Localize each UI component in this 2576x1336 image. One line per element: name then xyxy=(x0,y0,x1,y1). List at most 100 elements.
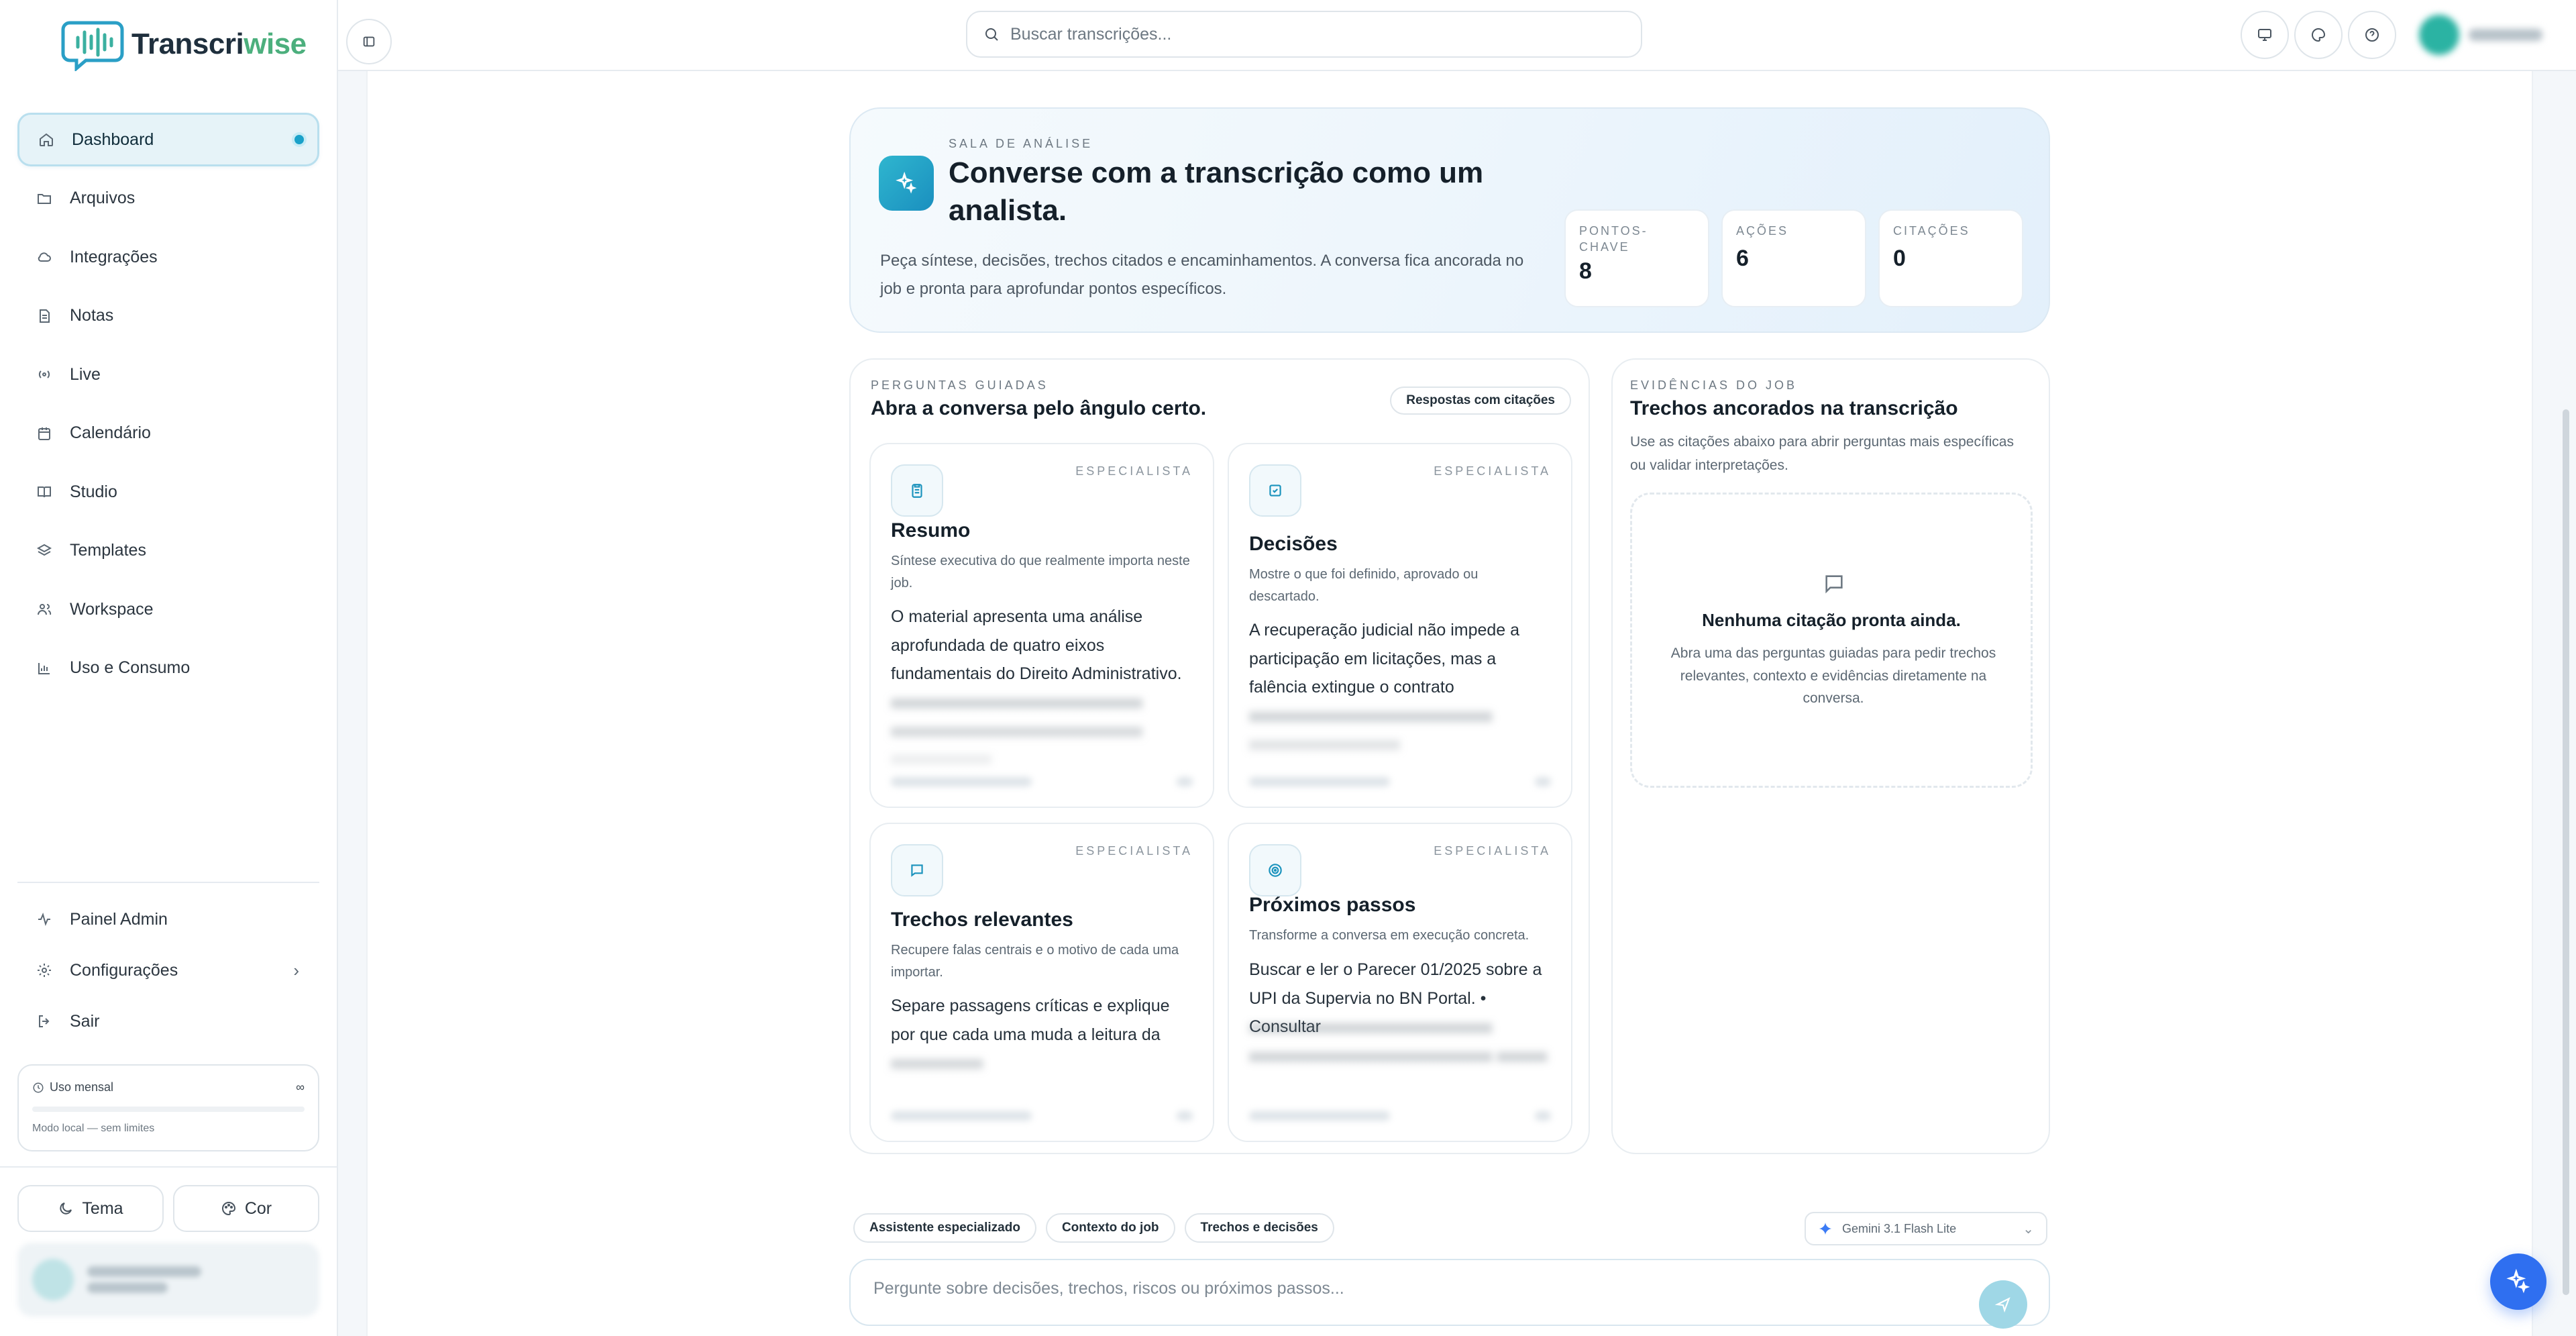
sidebar-item-label: Integrações xyxy=(70,247,158,266)
card-title: Próximos passos xyxy=(1249,894,1416,916)
usage-card: Uso mensal ∞ Modo local — sem limites xyxy=(17,1064,319,1151)
card-fade xyxy=(871,1060,1213,1141)
help-button[interactable] xyxy=(2348,11,2396,59)
check-square-icon xyxy=(1249,464,1301,517)
model-select[interactable]: Gemini 3.1 Flash Lite ⌄ xyxy=(1805,1212,2047,1245)
active-indicator xyxy=(294,135,304,144)
card-footer-redacted xyxy=(1249,1111,1551,1123)
card-tag: ESPECIALISTA xyxy=(1434,464,1551,478)
user-info-redacted xyxy=(87,1261,201,1298)
stat-label: PONTOS-CHAVE xyxy=(1579,224,1648,254)
search-input[interactable] xyxy=(1010,24,1601,44)
composer-chips: Assistente especializado Contexto do job… xyxy=(853,1213,1334,1243)
avatar xyxy=(2419,15,2459,55)
guided-card-trechos-relevantes[interactable]: ESPECIALISTA Trechos relevantes Recupere… xyxy=(869,823,1214,1142)
sidebar-item-studio[interactable]: Studio xyxy=(17,465,319,519)
card-footer-redacted xyxy=(891,777,1193,789)
analysis-hero: SALA DE ANÁLISE Converse com a transcriç… xyxy=(849,107,2050,333)
usage-title: Uso mensal xyxy=(50,1080,114,1094)
chip-contexto-do-job[interactable]: Contexto do job xyxy=(1045,1213,1175,1243)
card-subtitle: Síntese executiva do que realmente impor… xyxy=(891,554,1190,590)
card-footer-redacted xyxy=(1249,777,1551,789)
logout-icon xyxy=(39,1015,50,1027)
stat-value: 6 xyxy=(1736,246,1749,272)
chevron-right-icon: › xyxy=(293,960,299,980)
sidebar-item-label: Dashboard xyxy=(72,130,154,149)
chat-composer xyxy=(849,1259,2050,1329)
gemini-icon xyxy=(1819,1222,1832,1235)
guided-card-decisoes[interactable]: ESPECIALISTA Decisões Mostre o que foi d… xyxy=(1228,443,1572,808)
sidebar-divider xyxy=(17,882,319,883)
sidebar-item-sair[interactable]: Sair xyxy=(17,996,319,1046)
bar-chart-icon xyxy=(38,662,50,674)
calendar-icon xyxy=(38,427,50,440)
theme-button-label: Tema xyxy=(82,1198,123,1218)
message-icon xyxy=(891,844,943,896)
theme-button[interactable]: Tema xyxy=(17,1185,164,1232)
evidence-description: Use as citações abaixo para abrir pergun… xyxy=(1630,434,2014,473)
card-tag: ESPECIALISTA xyxy=(1075,844,1193,858)
sidebar-item-notas[interactable]: Notas xyxy=(17,289,319,343)
evidence-panel: EVIDÊNCIAS DO JOB Trechos ancorados na t… xyxy=(1611,358,2050,1154)
sidebar-item-live[interactable]: Live xyxy=(17,348,319,401)
users-icon xyxy=(38,604,52,615)
sidebar-item-calendario[interactable]: Calendário xyxy=(17,407,319,460)
sidebar-toggle-button[interactable] xyxy=(346,19,392,64)
sidebar-item-arquivos[interactable]: Arquivos xyxy=(17,172,319,225)
sidebar-toggle-icon xyxy=(363,36,375,47)
send-button[interactable] xyxy=(1979,1280,2027,1329)
sidebar-item-label: Sair xyxy=(70,1011,100,1031)
message-square-icon xyxy=(1825,575,1843,594)
sidebar-item-templates[interactable]: Templates xyxy=(17,524,319,578)
user-profile-card[interactable] xyxy=(17,1243,319,1317)
chip-assistente-especializado[interactable]: Assistente especializado xyxy=(853,1213,1036,1243)
stat-card-pontos-chave: PONTOS-CHAVE 8 xyxy=(1564,209,1709,307)
sidebar-item-dashboard[interactable]: Dashboard xyxy=(17,113,319,166)
note-icon xyxy=(40,309,50,323)
citations-chip[interactable]: Respostas com citações xyxy=(1390,387,1571,415)
book-icon xyxy=(38,486,51,498)
card-title: Resumo xyxy=(891,519,971,542)
sidebar-item-integracoes[interactable]: Integrações xyxy=(17,230,319,284)
card-fade xyxy=(1229,1060,1571,1141)
card-tag: ESPECIALISTA xyxy=(1434,844,1551,858)
search-bar[interactable] xyxy=(966,11,1642,58)
stat-card-citacoes: CITAÇÕES 0 xyxy=(1878,209,2023,307)
sidebar-item-workspace[interactable]: Workspace xyxy=(17,582,319,636)
search-icon xyxy=(985,28,998,41)
hero-description: Peça síntese, decisões, trechos citados … xyxy=(880,252,1524,298)
gear-icon xyxy=(38,964,51,977)
activity-icon xyxy=(38,913,50,926)
sidebar-item-painel-admin[interactable]: Painel Admin xyxy=(17,894,319,944)
avatar xyxy=(32,1259,74,1300)
sidebar-item-configuracoes[interactable]: Configurações › xyxy=(17,945,319,995)
empty-citations-state: Nenhuma citação pronta ainda. Abra uma d… xyxy=(1630,493,2033,788)
cloud-icon xyxy=(38,252,51,262)
palette-button[interactable] xyxy=(2294,11,2343,59)
guided-card-resumo[interactable]: ESPECIALISTA Resumo Síntese executiva do… xyxy=(869,443,1214,808)
sidebar-item-label: Uso e Consumo xyxy=(70,658,191,677)
assistant-fab-button[interactable] xyxy=(2490,1253,2546,1310)
user-menu[interactable] xyxy=(2419,15,2542,55)
chip-trechos-e-decisoes[interactable]: Trechos e decisões xyxy=(1184,1213,1334,1243)
sidebar-item-label: Calendário xyxy=(70,423,151,442)
evidence-title: Trechos ancorados na transcrição xyxy=(1630,397,1958,419)
card-tag: ESPECIALISTA xyxy=(1075,464,1193,478)
sidebar-item-uso-consumo[interactable]: Uso e Consumo xyxy=(17,641,319,695)
palette-icon xyxy=(2312,28,2326,42)
sidebar-nav: Dashboard Arquivos Integrações Notas Liv… xyxy=(17,113,319,700)
card-subtitle: Transforme a conversa em execução concre… xyxy=(1249,928,1529,943)
monitor-button[interactable] xyxy=(2241,11,2289,59)
palette-icon xyxy=(221,1201,235,1216)
card-body: O material apresenta uma análise aprofun… xyxy=(891,607,1182,683)
stat-value: 0 xyxy=(1893,246,1906,272)
card-subtitle: Mostre o que foi definido, aprovado ou d… xyxy=(1249,567,1479,604)
target-icon xyxy=(1249,844,1301,896)
app-logo[interactable]: Transcriwise xyxy=(60,17,307,71)
guided-card-proximos-passos[interactable]: ESPECIALISTA Próximos passos Transforme … xyxy=(1228,823,1572,1142)
chat-input[interactable] xyxy=(873,1279,1947,1298)
card-body: A recuperação judicial não impede a part… xyxy=(1249,621,1520,697)
logo-icon xyxy=(61,21,124,71)
page-scrollbar[interactable] xyxy=(2563,409,2569,1295)
color-button[interactable]: Cor xyxy=(173,1185,319,1232)
